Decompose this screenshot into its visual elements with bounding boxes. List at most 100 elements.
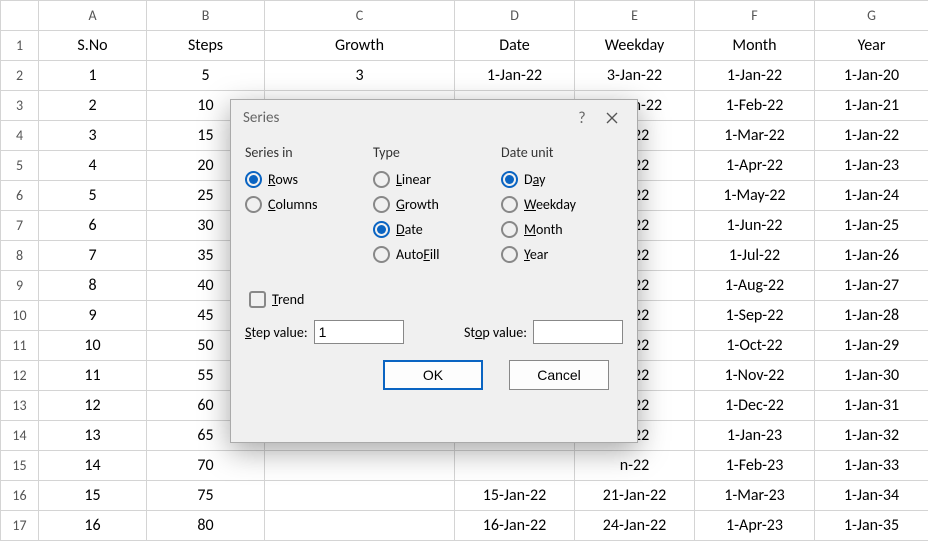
cell[interactable]: 1-Jan-28 — [815, 301, 928, 331]
help-icon[interactable]: ? — [567, 109, 597, 128]
cell[interactable]: Month — [695, 31, 815, 61]
cell[interactable]: 2 — [39, 91, 147, 121]
cell[interactable]: 1-Jan-24 — [815, 181, 928, 211]
column-header[interactable]: D — [455, 1, 575, 31]
cell[interactable]: 5 — [147, 61, 265, 91]
row-header[interactable]: 3 — [1, 91, 39, 121]
cell[interactable]: 1-Mar-23 — [695, 481, 815, 511]
cell[interactable] — [265, 511, 455, 541]
cell[interactable]: 1-Jan-20 — [815, 61, 928, 91]
row-header[interactable]: 1 — [1, 31, 39, 61]
row-header[interactable]: 13 — [1, 391, 39, 421]
cell[interactable]: 75 — [147, 481, 265, 511]
cell[interactable]: 15 — [39, 481, 147, 511]
cell[interactable]: Date — [455, 31, 575, 61]
cell[interactable]: S.No — [39, 31, 147, 61]
column-header[interactable]: F — [695, 1, 815, 31]
row-header[interactable]: 7 — [1, 211, 39, 241]
cell[interactable]: 8 — [39, 271, 147, 301]
radio-year[interactable]: Year — [501, 246, 623, 263]
cell[interactable]: 1-Jan-26 — [815, 241, 928, 271]
cell[interactable]: Growth — [265, 31, 455, 61]
cell[interactable]: 24-Jan-22 — [575, 511, 695, 541]
cell[interactable]: 1-Jan-34 — [815, 481, 928, 511]
cell[interactable]: Weekday — [575, 31, 695, 61]
row-header[interactable]: 4 — [1, 121, 39, 151]
cell[interactable]: 1-Jan-30 — [815, 361, 928, 391]
column-header[interactable]: C — [265, 1, 455, 31]
cell[interactable]: 1-Apr-22 — [695, 151, 815, 181]
radio-autofill[interactable]: AutoFill — [373, 246, 495, 263]
cell[interactable]: 9 — [39, 301, 147, 331]
cell[interactable]: 1-Jan-23 — [815, 151, 928, 181]
radio-columns[interactable]: Columns — [245, 196, 367, 213]
radio-linear[interactable]: Linear — [373, 171, 495, 188]
cell[interactable]: 12 — [39, 391, 147, 421]
row-header[interactable]: 10 — [1, 301, 39, 331]
cell[interactable]: 1-Sep-22 — [695, 301, 815, 331]
column-header[interactable]: G — [815, 1, 928, 31]
cell[interactable]: 1-May-22 — [695, 181, 815, 211]
cell[interactable]: 1-Jan-22 — [815, 121, 928, 151]
cell[interactable]: 3 — [265, 61, 455, 91]
cell[interactable]: 3 — [39, 121, 147, 151]
cell[interactable]: 1-Jan-29 — [815, 331, 928, 361]
cell[interactable]: 1-Feb-22 — [695, 91, 815, 121]
cell[interactable]: 1-Apr-23 — [695, 511, 815, 541]
row-header[interactable]: 14 — [1, 421, 39, 451]
cell[interactable]: 16 — [39, 511, 147, 541]
cell[interactable]: Steps — [147, 31, 265, 61]
cell[interactable]: 6 — [39, 211, 147, 241]
row-header[interactable]: 5 — [1, 151, 39, 181]
cell[interactable] — [265, 481, 455, 511]
cell[interactable]: 1-Jan-22 — [455, 61, 575, 91]
cell[interactable]: 80 — [147, 511, 265, 541]
cell[interactable]: n-22 — [575, 451, 695, 481]
trend-checkbox[interactable]: Trend — [249, 291, 623, 308]
cell[interactable]: 1-Dec-22 — [695, 391, 815, 421]
cell[interactable]: 70 — [147, 451, 265, 481]
column-header[interactable]: E — [575, 1, 695, 31]
close-icon[interactable] — [597, 111, 627, 125]
stop-value-input[interactable] — [533, 320, 623, 344]
cell[interactable]: 1-Aug-22 — [695, 271, 815, 301]
row-header[interactable]: 12 — [1, 361, 39, 391]
cell[interactable]: 1 — [39, 61, 147, 91]
cell[interactable]: 5 — [39, 181, 147, 211]
cell[interactable] — [265, 451, 455, 481]
cell[interactable]: 1-Feb-23 — [695, 451, 815, 481]
step-value-input[interactable] — [314, 320, 404, 344]
cell[interactable]: 1-Jul-22 — [695, 241, 815, 271]
cell[interactable]: 4 — [39, 151, 147, 181]
cell[interactable]: 11 — [39, 361, 147, 391]
cell[interactable]: 1-Jan-22 — [695, 61, 815, 91]
cell[interactable] — [455, 451, 575, 481]
cell[interactable]: 16-Jan-22 — [455, 511, 575, 541]
radio-weekday[interactable]: Weekday — [501, 196, 623, 213]
cell[interactable]: 14 — [39, 451, 147, 481]
cell[interactable]: 3-Jan-22 — [575, 61, 695, 91]
radio-date[interactable]: Date — [373, 221, 495, 238]
cell[interactable]: 1-Jan-32 — [815, 421, 928, 451]
cell[interactable]: 1-Jan-23 — [695, 421, 815, 451]
radio-rows[interactable]: Rows — [245, 171, 367, 188]
cell[interactable]: 1-Oct-22 — [695, 331, 815, 361]
column-header[interactable]: A — [39, 1, 147, 31]
row-header[interactable]: 6 — [1, 181, 39, 211]
radio-growth[interactable]: Growth — [373, 196, 495, 213]
row-header[interactable]: 11 — [1, 331, 39, 361]
cell[interactable]: 1-Nov-22 — [695, 361, 815, 391]
cell[interactable]: 1-Jan-35 — [815, 511, 928, 541]
cell[interactable]: 15-Jan-22 — [455, 481, 575, 511]
corner-cell[interactable] — [1, 1, 39, 31]
row-header[interactable]: 16 — [1, 481, 39, 511]
cell[interactable]: 1-Jan-33 — [815, 451, 928, 481]
cell[interactable]: 1-Jun-22 — [695, 211, 815, 241]
column-header[interactable]: B — [147, 1, 265, 31]
cell[interactable]: 1-Mar-22 — [695, 121, 815, 151]
cell[interactable]: Year — [815, 31, 928, 61]
row-header[interactable]: 8 — [1, 241, 39, 271]
row-header[interactable]: 15 — [1, 451, 39, 481]
cell[interactable]: 10 — [39, 331, 147, 361]
row-header[interactable]: 2 — [1, 61, 39, 91]
